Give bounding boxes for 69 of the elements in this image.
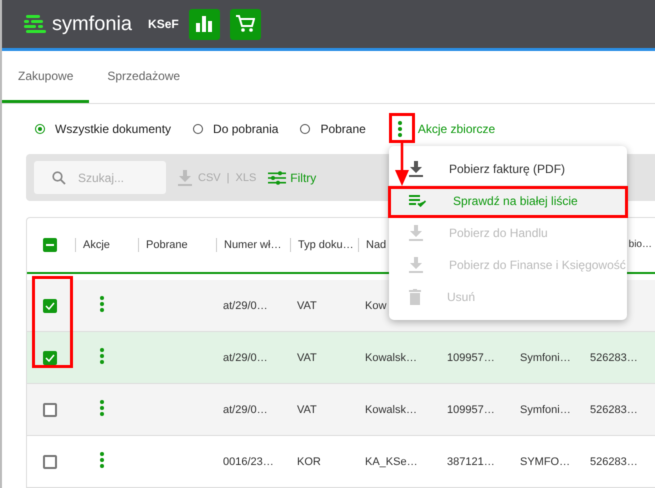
row-checkbox[interactable] bbox=[43, 298, 57, 312]
bulk-actions-link[interactable]: Akcje zbiorcze bbox=[418, 122, 496, 136]
table-cell-text: Kow bbox=[364, 300, 388, 312]
radio-label[interactable]: Pobrane bbox=[320, 122, 366, 136]
column-header[interactable]: Numer wł… bbox=[216, 238, 282, 252]
menu-item[interactable]: Pobierz fakturę (PDF) bbox=[389, 153, 627, 185]
row-actions-icon[interactable] bbox=[100, 400, 104, 416]
download-icon bbox=[409, 225, 423, 241]
minus-icon bbox=[46, 244, 54, 246]
tab[interactable]: Sprzedażowe bbox=[91, 51, 196, 103]
table-cell-text: 526283… bbox=[589, 352, 639, 364]
table-cell-text: 109957… bbox=[446, 404, 496, 416]
table-cell-text: 0016/23… bbox=[222, 456, 275, 468]
table-row[interactable]: at/29/0… VAT Kowalsk… 109957… Symfoni… 526283… bbox=[27, 384, 655, 436]
app-name: KSeF bbox=[148, 17, 179, 31]
radio-button[interactable] bbox=[300, 124, 310, 134]
table-cell-text: KOR bbox=[296, 456, 322, 468]
search-field[interactable]: Szukaj... bbox=[76, 170, 160, 186]
filter-icon bbox=[268, 170, 286, 184]
download-icon bbox=[409, 161, 423, 177]
row-checkbox[interactable] bbox=[43, 350, 57, 364]
table-cell-text: at/29/0… bbox=[222, 352, 269, 364]
cart-button[interactable] bbox=[230, 8, 261, 40]
table-cell-text: 387121… bbox=[446, 456, 496, 468]
cart-icon bbox=[235, 15, 256, 33]
table-cell-text: KA_KSe… bbox=[364, 456, 419, 468]
search-box[interactable]: Szukaj... bbox=[34, 161, 166, 194]
table-cell-text: at/29/0… bbox=[222, 404, 269, 416]
download-icon bbox=[178, 170, 192, 186]
table-cell-text: 109957… bbox=[446, 352, 496, 364]
radio-label[interactable]: Do pobrania bbox=[213, 122, 278, 136]
table-cell-text: VAT bbox=[296, 300, 318, 312]
row-actions-icon[interactable] bbox=[100, 296, 104, 312]
table-cell-text: 526283… bbox=[589, 404, 639, 416]
radio-label[interactable]: Wszystkie dokumenty bbox=[55, 122, 172, 136]
row-checkbox[interactable] bbox=[43, 402, 57, 416]
table-cell-text: Kowalsk… bbox=[364, 352, 418, 364]
annotation-arrow bbox=[394, 142, 410, 187]
table-cell-text: 526283… bbox=[589, 456, 639, 468]
column-header[interactable]: Typ doku… bbox=[290, 238, 354, 252]
logo-icon bbox=[24, 15, 46, 33]
table-cell-text: VAT bbox=[296, 404, 318, 416]
table-cell-text: VAT bbox=[296, 352, 318, 364]
trash-icon bbox=[409, 289, 421, 305]
table-cell-text: Symfoni… bbox=[519, 404, 572, 416]
column-header[interactable]: Nad bbox=[358, 238, 386, 252]
table-row[interactable]: at/29/0… VAT Kowalsk… 109957… Symfoni… 526283… bbox=[27, 332, 655, 384]
bar-chart-icon bbox=[196, 16, 213, 32]
radio-button[interactable] bbox=[193, 124, 204, 134]
table-cell-text: SYMFO… bbox=[519, 456, 572, 468]
select-all-checkbox[interactable] bbox=[43, 238, 57, 252]
logo-text: symfonia bbox=[52, 12, 132, 36]
search-icon bbox=[52, 170, 66, 184]
chart-button[interactable] bbox=[188, 8, 220, 40]
download-icon bbox=[409, 257, 423, 273]
radio-button[interactable] bbox=[35, 124, 45, 134]
table-cell-text: Symfoni… bbox=[519, 352, 572, 364]
tab[interactable]: Zakupowe bbox=[2, 51, 90, 103]
table-cell-text: at/29/0… bbox=[222, 300, 269, 312]
separator: | bbox=[226, 172, 230, 184]
list-check-icon bbox=[409, 195, 427, 207]
row-checkbox[interactable] bbox=[43, 454, 57, 468]
table-cell-text: Kowalsk… bbox=[364, 404, 418, 416]
row-actions-icon[interactable] bbox=[100, 348, 104, 364]
highlight-frame bbox=[389, 113, 415, 143]
row-actions-icon[interactable] bbox=[100, 452, 104, 468]
more-options-icon[interactable] bbox=[398, 121, 402, 137]
column-header[interactable]: Pobrane bbox=[138, 238, 188, 252]
column-header[interactable]: Akcje bbox=[75, 238, 110, 252]
